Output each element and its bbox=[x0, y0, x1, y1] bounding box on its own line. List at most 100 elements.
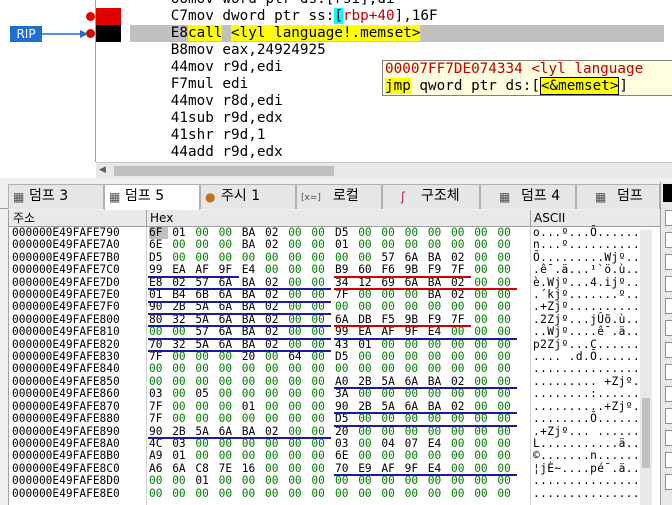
hex-byte[interactable]: 00 bbox=[428, 487, 447, 500]
disassembly-pane[interactable]: RIP 66 mov word ptr ds:[rsi],di C7 mov d… bbox=[0, 0, 672, 178]
hex-byte[interactable]: 00 bbox=[311, 474, 330, 487]
tab-dump-4[interactable]: ▦ 덤프 4 bbox=[480, 184, 576, 209]
breakpoint-dot[interactable] bbox=[86, 12, 95, 21]
hex-byte[interactable]: 6E bbox=[335, 449, 354, 462]
hex-byte[interactable]: 00 bbox=[405, 487, 424, 500]
hex-byte[interactable]: 00 bbox=[405, 412, 424, 425]
side-checkbox[interactable] bbox=[665, 430, 672, 446]
ascii-column-header[interactable]: ASCII bbox=[534, 210, 565, 226]
hex-byte[interactable]: 00 bbox=[265, 449, 284, 462]
hex-byte[interactable]: 7F bbox=[149, 412, 168, 425]
hex-byte[interactable]: 00 bbox=[497, 449, 516, 462]
hex-byte[interactable]: 00 bbox=[219, 449, 238, 462]
hex-column-header[interactable]: Hex bbox=[150, 210, 173, 226]
hex-byte[interactable]: 00 bbox=[451, 474, 470, 487]
hex-byte[interactable]: 00 bbox=[172, 412, 191, 425]
hex-byte[interactable]: 00 bbox=[149, 474, 168, 487]
dump-row[interactable]: 000000E49FAFE7F0 90 2B 5A 6A BA 02 00 00 00 00 00 00… bbox=[9, 301, 660, 314]
hex-byte[interactable]: 00 bbox=[474, 487, 493, 500]
hex-byte[interactable]: 00 bbox=[428, 449, 447, 462]
disassembly-horizontal-scrollbar[interactable]: ◀ bbox=[96, 162, 672, 178]
call-target[interactable]: <lyl language!.memset> bbox=[231, 25, 421, 41]
hex-byte[interactable]: 00 bbox=[195, 487, 214, 500]
hex-byte[interactable]: 00 bbox=[288, 449, 307, 462]
side-checkbox[interactable] bbox=[665, 386, 672, 402]
hex-byte[interactable]: 00 bbox=[381, 412, 400, 425]
side-checkbox[interactable] bbox=[665, 320, 672, 336]
hex-byte[interactable]: E4 bbox=[242, 263, 261, 276]
instruction-line[interactable]: C7 mov dword ptr ss:[rbp+40],16F bbox=[130, 8, 664, 25]
instruction-line[interactable]: 66 mov word ptr ds:[rsi],di bbox=[130, 0, 664, 8]
hex-byte[interactable]: 00 bbox=[428, 474, 447, 487]
hex-byte[interactable]: 00 bbox=[288, 263, 307, 276]
hex-byte[interactable]: 00 bbox=[381, 301, 400, 314]
hex-byte[interactable]: 00 bbox=[172, 474, 191, 487]
hex-byte[interactable]: 00 bbox=[497, 412, 516, 425]
hex-byte[interactable]: 00 bbox=[219, 387, 238, 400]
hex-byte[interactable]: 00 bbox=[451, 412, 470, 425]
hex-byte[interactable]: BA bbox=[242, 238, 261, 251]
hex-byte[interactable]: 00 bbox=[311, 387, 330, 400]
hex-byte[interactable]: 00 bbox=[311, 263, 330, 276]
hex-byte[interactable]: 00 bbox=[497, 487, 516, 500]
dump-vertical-scrollbar[interactable] bbox=[640, 230, 652, 505]
hex-byte[interactable]: 00 bbox=[358, 387, 377, 400]
scroll-left-icon[interactable]: ◀ bbox=[99, 165, 106, 175]
breakpoint-gutter[interactable]: RIP bbox=[0, 0, 96, 162]
instruction-line[interactable]: 41 sub r9d,edx bbox=[130, 110, 664, 127]
hex-byte[interactable]: 3A bbox=[335, 387, 354, 400]
hex-byte[interactable]: 00 bbox=[451, 301, 470, 314]
dump-row[interactable]: 000000E49FAFE840 00 00 00 00 00 00 00 00 00 00 00 00… bbox=[9, 363, 660, 376]
hex-byte[interactable]: 00 bbox=[381, 449, 400, 462]
instruction-line[interactable]: B8 mov eax,24924925 bbox=[130, 42, 664, 59]
hex-byte[interactable]: 00 bbox=[172, 387, 191, 400]
dump-row[interactable]: 000000E49FAFE8E0 00 00 00 00 00 00 00 00 00 00 00 00… bbox=[9, 487, 660, 500]
hex-byte[interactable]: 00 bbox=[335, 474, 354, 487]
tab-dump-3[interactable]: ▦ 덤프 3 bbox=[8, 184, 104, 209]
hex-byte[interactable]: 00 bbox=[451, 449, 470, 462]
hex-byte[interactable]: 00 bbox=[219, 487, 238, 500]
hex-byte[interactable]: 00 bbox=[428, 301, 447, 314]
tab-dump[interactable]: ▦ 덤프 bbox=[576, 184, 660, 209]
hex-byte[interactable]: 00 bbox=[358, 487, 377, 500]
hex-byte[interactable]: 00 bbox=[474, 412, 493, 425]
hex-byte[interactable]: 00 bbox=[195, 412, 214, 425]
side-checkbox[interactable] bbox=[665, 276, 672, 292]
tab-locals[interactable]: [x=] 로컬 bbox=[296, 184, 382, 209]
hex-byte[interactable]: 05 bbox=[195, 387, 214, 400]
hex-byte[interactable]: 00 bbox=[358, 238, 377, 251]
hex-byte[interactable]: 00 bbox=[242, 387, 261, 400]
hex-byte[interactable]: 00 bbox=[405, 474, 424, 487]
side-checkbox[interactable] bbox=[665, 232, 672, 248]
hex-byte[interactable]: 00 bbox=[497, 301, 516, 314]
hex-byte[interactable]: 00 bbox=[381, 487, 400, 500]
hex-byte[interactable]: 00 bbox=[242, 412, 261, 425]
address-column-header[interactable]: 주소 bbox=[13, 210, 35, 226]
memory-dump-pane[interactable]: 주소 Hex ASCII 000000E49FAFE790 6F 01 00 00 BA 0… bbox=[8, 210, 660, 505]
hex-byte[interactable]: 00 bbox=[405, 301, 424, 314]
hex-byte[interactable]: 00 bbox=[219, 238, 238, 251]
hex-byte[interactable]: 00 bbox=[265, 412, 284, 425]
hex-byte[interactable]: 00 bbox=[288, 474, 307, 487]
hex-byte[interactable]: 00 bbox=[311, 238, 330, 251]
scrollbar-thumb[interactable] bbox=[114, 166, 334, 176]
hex-byte[interactable]: 00 bbox=[311, 487, 330, 500]
tab-watch-1[interactable]: ● 주시 1 bbox=[200, 184, 296, 209]
hex-byte[interactable]: 00 bbox=[242, 449, 261, 462]
hex-byte[interactable]: 00 bbox=[381, 238, 400, 251]
dump-row[interactable]: 000000E49FAFE880 7F 00 00 00 00 00 00 00 D5 00 00 00… bbox=[9, 412, 660, 425]
dump-row[interactable]: 000000E49FAFE8D0 00 00 01 00 00 00 00 00 00 00 00 00… bbox=[9, 474, 660, 487]
hex-byte[interactable]: 00 bbox=[474, 238, 493, 251]
hex-byte[interactable]: 00 bbox=[265, 487, 284, 500]
tab-dump-5[interactable]: ▦ 덤프 5 bbox=[104, 184, 200, 210]
hex-byte[interactable]: 00 bbox=[195, 449, 214, 462]
hex-byte[interactable]: 00 bbox=[497, 387, 516, 400]
hex-byte[interactable]: 00 bbox=[497, 238, 516, 251]
hex-byte[interactable]: 00 bbox=[265, 263, 284, 276]
hex-byte[interactable]: 03 bbox=[149, 387, 168, 400]
hex-byte[interactable]: 00 bbox=[172, 238, 191, 251]
hex-byte[interactable]: 00 bbox=[149, 487, 168, 500]
hex-byte[interactable]: 00 bbox=[265, 387, 284, 400]
hex-byte[interactable]: 00 bbox=[335, 487, 354, 500]
hex-byte[interactable]: 00 bbox=[288, 387, 307, 400]
